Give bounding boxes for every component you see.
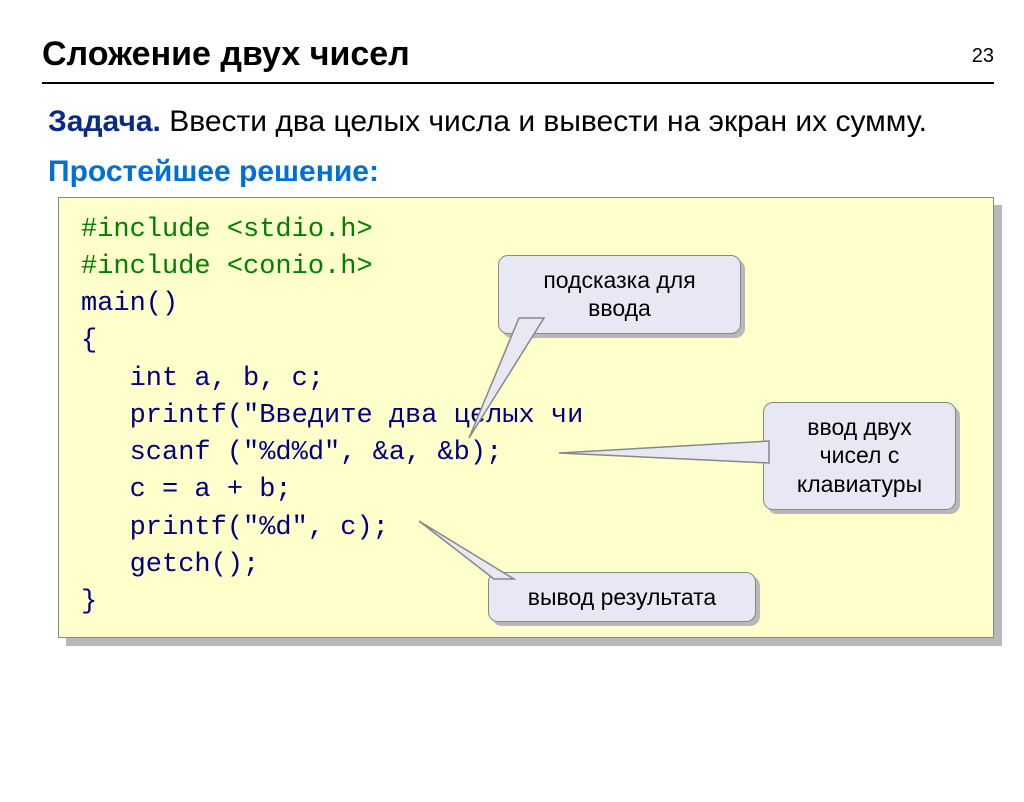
callout-input: ввод двух чисел с клавиатуры — [763, 402, 956, 510]
slide-title: Сложение двух чисел — [42, 35, 1024, 74]
page-number: 23 — [972, 45, 994, 68]
code-line: } — [81, 587, 97, 617]
divider — [42, 82, 994, 84]
callout-output: вывод результата — [488, 572, 756, 623]
code-line: main() — [81, 289, 178, 319]
callout-tail-icon — [559, 433, 769, 473]
code-wrap: #include <stdio.h> #include <conio.h> ma… — [58, 197, 994, 639]
code-line: c = a + b; — [81, 475, 292, 505]
callout-input-text: ввод двух чисел с клавиатуры — [797, 414, 922, 498]
code-line: { — [81, 326, 97, 356]
task-body: Ввести два целых числа и вывести на экра… — [161, 105, 927, 138]
solution-label: Простейшее решение: — [48, 155, 1024, 189]
code-line: int a, b, c; — [81, 364, 324, 394]
code-line: getch(); — [81, 550, 259, 580]
code-line: #include <stdio.h> — [81, 215, 373, 245]
code-line: printf("%d", c); — [81, 513, 389, 543]
callout-hint: подсказка для ввода — [498, 255, 741, 335]
task-text: Задача. Ввести два целых числа и вывести… — [48, 102, 994, 143]
callout-hint-text: подсказка для ввода — [543, 267, 695, 322]
callout-tail-icon — [419, 543, 509, 588]
callout-tail-icon — [489, 318, 549, 438]
code-line: #include <conio.h> — [81, 252, 373, 282]
task-label: Задача. — [48, 105, 161, 138]
code-line: scanf ("%d%d", &a, &b); — [81, 438, 502, 468]
callout-output-text: вывод результата — [528, 584, 716, 610]
